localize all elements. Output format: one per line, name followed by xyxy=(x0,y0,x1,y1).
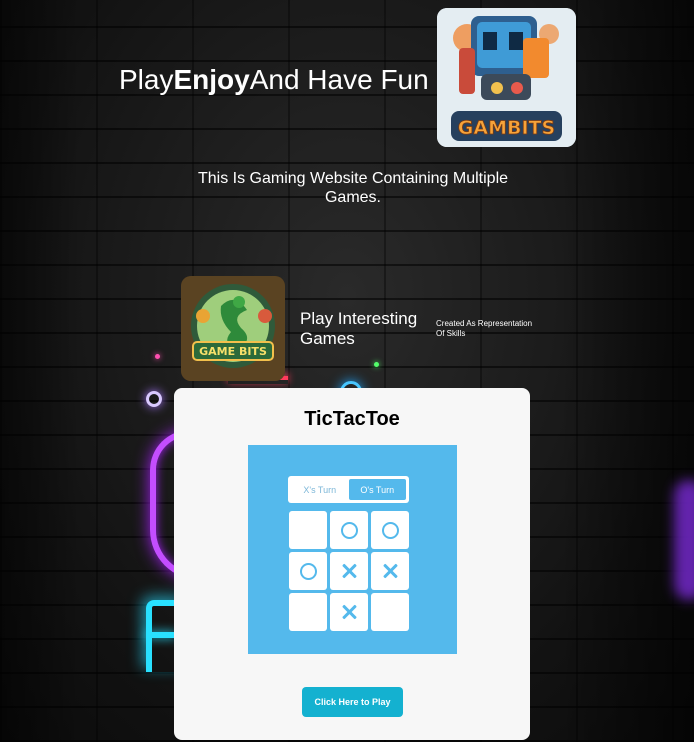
x-mark-icon xyxy=(383,564,397,578)
x-mark-icon xyxy=(342,605,356,619)
o-mark-icon xyxy=(381,521,399,539)
neon-ring-decoration xyxy=(146,391,162,407)
hero-title: PlayEnjoyAnd Have Fun xyxy=(119,64,429,96)
board-cell xyxy=(330,552,368,590)
o-turn-tab: O's Turn xyxy=(348,479,406,500)
gambits-logo-text: GAMBITS xyxy=(458,117,555,139)
board-cell xyxy=(289,593,327,631)
games-section-tagline: Created As Representation Of Skills xyxy=(436,319,533,338)
game-bits-logo: GAME BITS xyxy=(181,276,285,381)
neon-dot-decoration xyxy=(374,362,379,367)
hero-title-enjoy: Enjoy xyxy=(173,64,250,95)
gambits-logo: GAMBITS xyxy=(437,8,576,147)
games-section-heading: Play Interesting Games xyxy=(300,309,418,348)
board-cell xyxy=(371,552,409,590)
play-game-button[interactable]: Click Here to Play xyxy=(302,687,403,717)
neon-dot-decoration xyxy=(155,354,160,359)
board-cell xyxy=(371,511,409,549)
neon-glow-decoration xyxy=(674,480,694,600)
game-bits-logo-text: GAME BITS xyxy=(199,345,267,358)
hero-title-fun: And Have Fun xyxy=(249,64,429,95)
turn-indicator: X's Turn O's Turn xyxy=(288,476,409,503)
x-turn-tab: X's Turn xyxy=(303,484,337,495)
x-mark-icon xyxy=(342,564,356,578)
board-cell xyxy=(289,511,327,549)
tictactoe-card: TicTacToe X's Turn O's Turn Click Here t… xyxy=(174,388,530,740)
board-cell xyxy=(289,552,327,590)
game-card-title: TicTacToe xyxy=(304,408,400,430)
board-cell xyxy=(330,511,368,549)
tictactoe-board xyxy=(289,511,409,631)
board-cell xyxy=(330,593,368,631)
hero-title-play: Play xyxy=(119,64,174,95)
o-mark-icon xyxy=(299,562,317,580)
site-description: This Is Gaming Website Containing Multip… xyxy=(197,170,509,206)
tictactoe-preview: X's Turn O's Turn xyxy=(248,445,457,654)
board-cell xyxy=(371,593,409,631)
o-mark-icon xyxy=(340,521,358,539)
